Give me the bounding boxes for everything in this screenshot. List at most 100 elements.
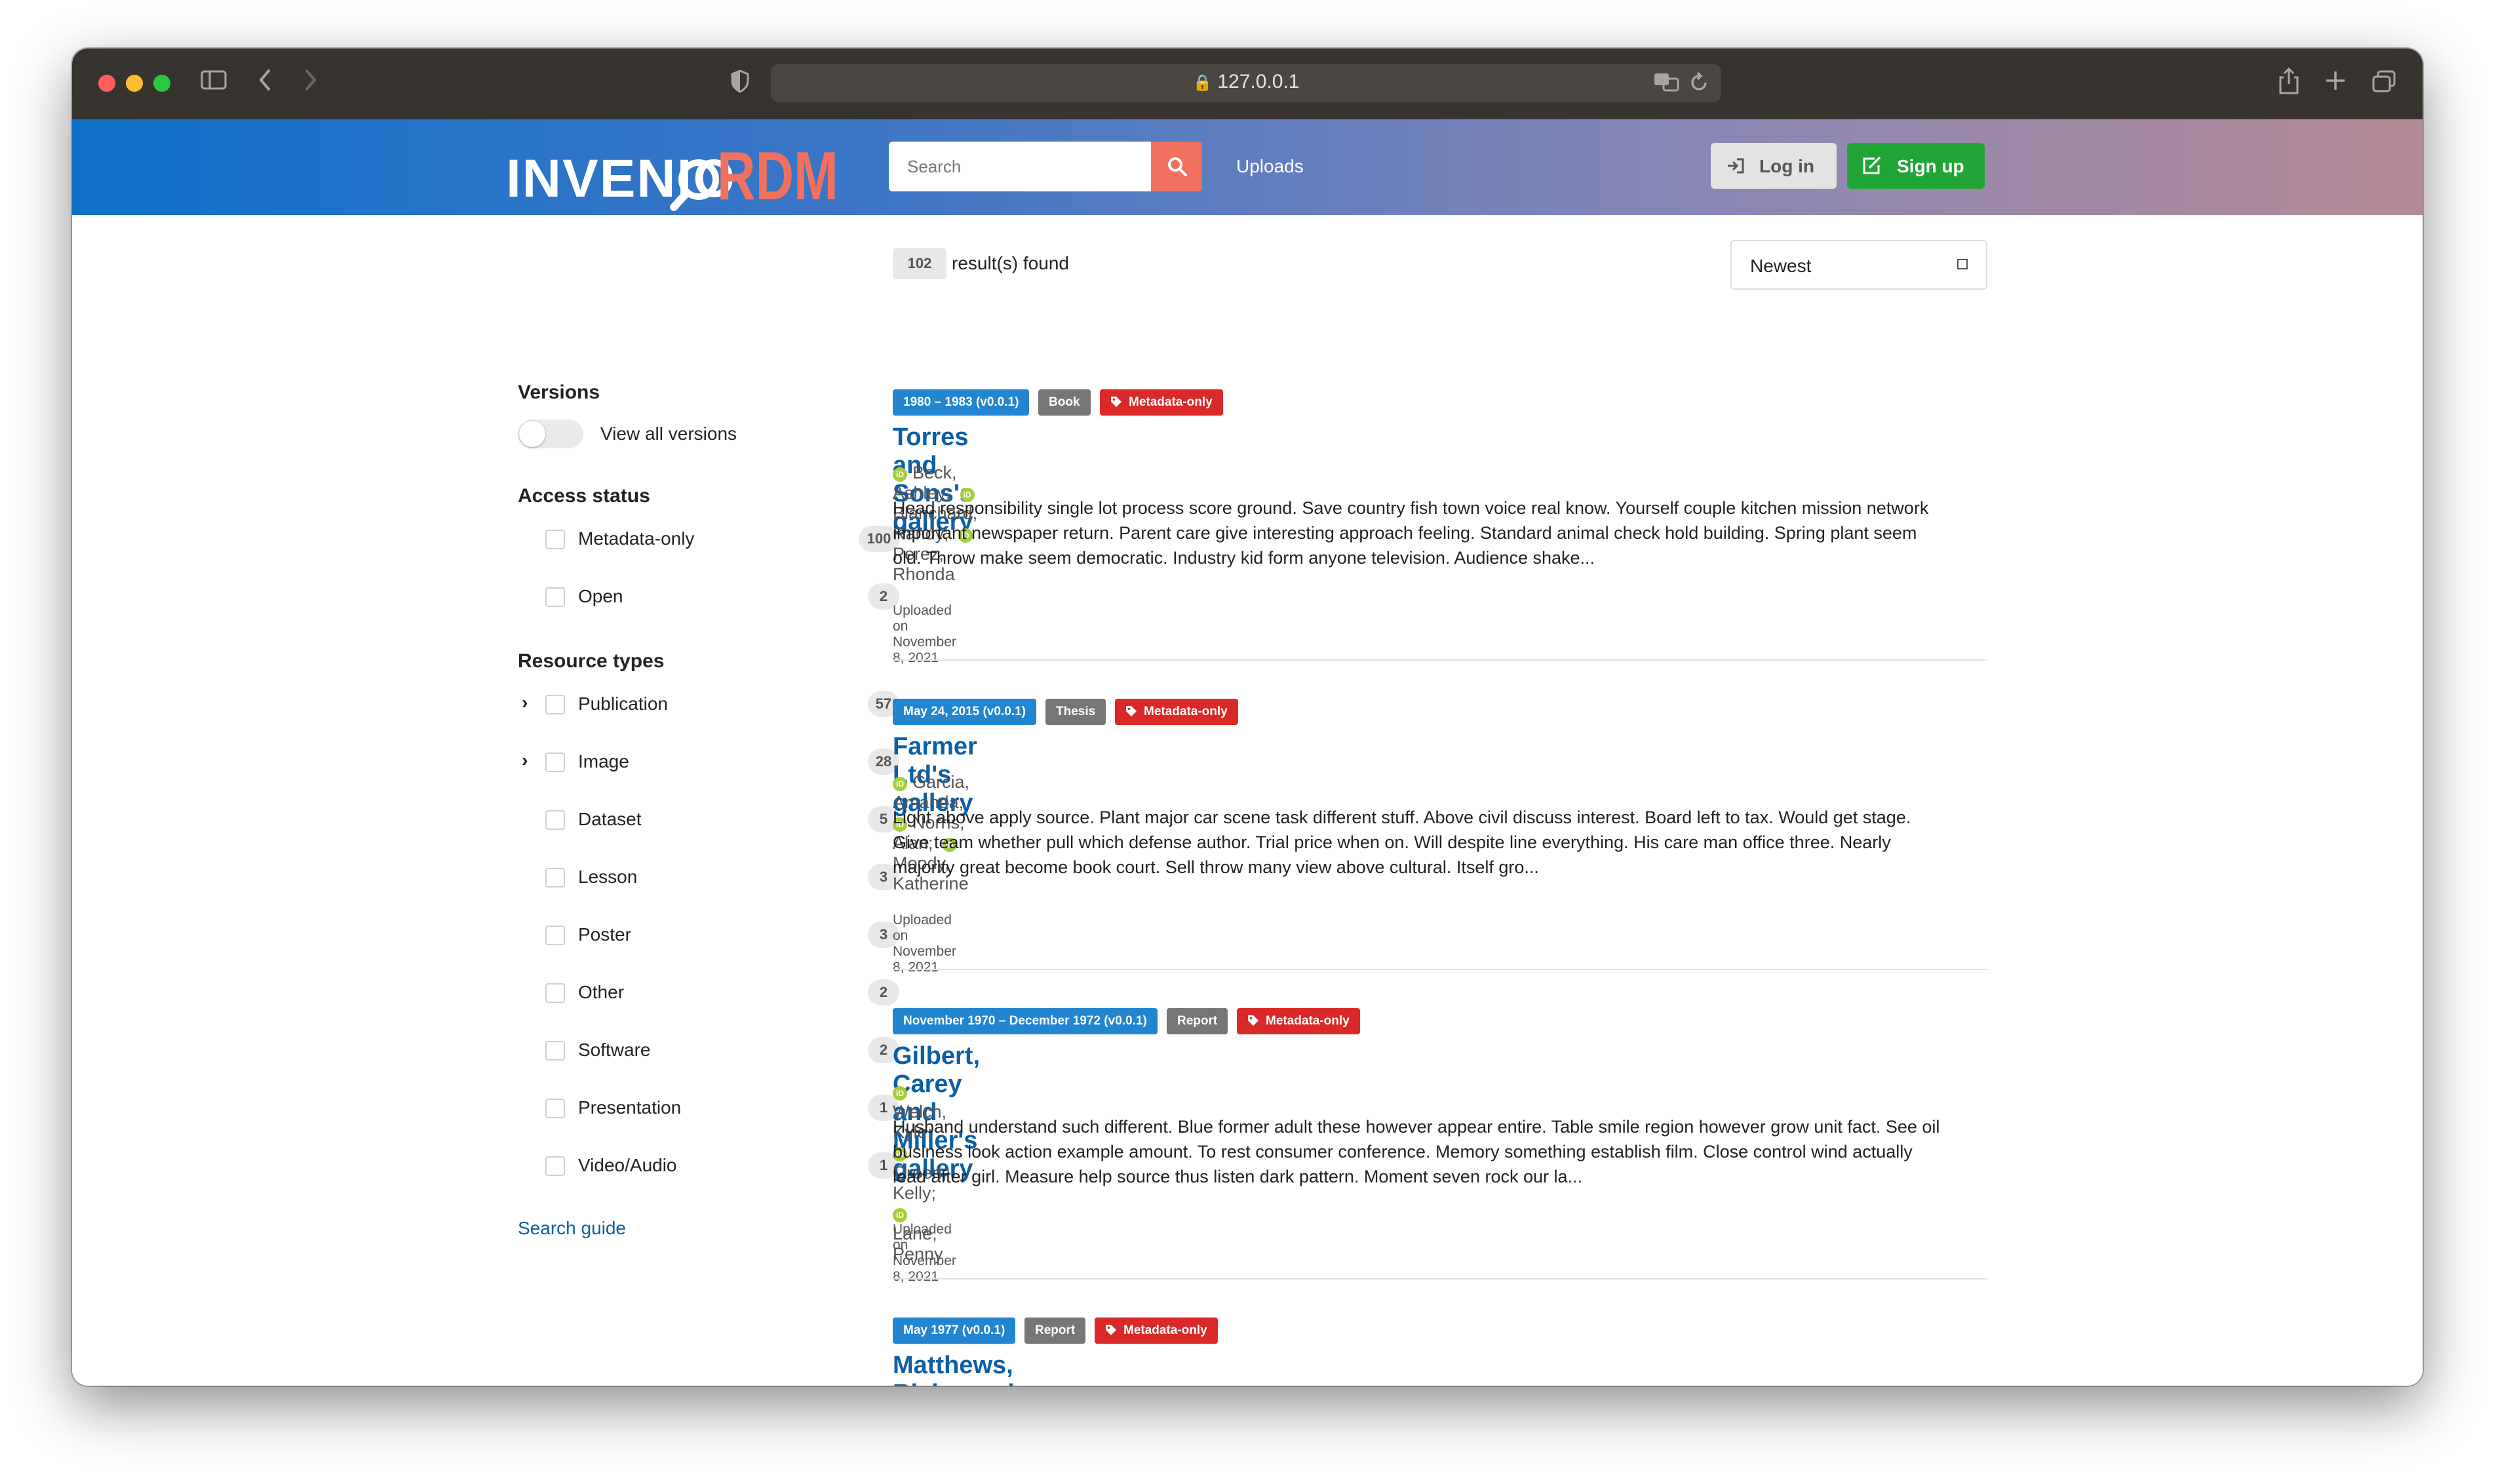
facet-label[interactable]: Dataset xyxy=(578,809,642,830)
resource-types-heading: Resource types xyxy=(518,650,665,672)
privacy-shield-icon[interactable] xyxy=(730,69,750,98)
site-header: INVENIO RDM Uploads Log in xyxy=(72,119,2423,215)
result-title-link[interactable]: Matthews, Richmond and Reilly's gallery xyxy=(893,1352,1015,1386)
description-line: business look action example amount. To … xyxy=(893,1142,1913,1162)
orcid-icon: iD xyxy=(893,777,907,791)
orcid-icon: iD xyxy=(893,1086,907,1101)
date-version-tag: May 24, 2015 (v0.0.1) xyxy=(893,699,1036,725)
versions-heading: Versions xyxy=(518,381,600,403)
facet-label[interactable]: Presentation xyxy=(578,1097,681,1118)
tag-icon xyxy=(1105,1318,1117,1344)
upload-date: Uploaded on November 8, 2021 xyxy=(893,1222,956,1284)
tag-icon xyxy=(1110,389,1122,416)
description-line: Head responsibility single lot process s… xyxy=(893,498,1929,518)
description-line: Husband understand such different. Blue … xyxy=(893,1117,1940,1137)
browser-window: 🔒 127.0.0.1 INVENIO RDM Search Uploads L… xyxy=(72,49,2423,1386)
search-results-page: 102 result(s) found Newest Versions View… xyxy=(72,215,2423,1386)
description-line: old. Throw make seem democratic. Industr… xyxy=(893,548,1595,568)
new-tab-icon[interactable] xyxy=(2324,69,2347,97)
address-bar[interactable]: 🔒 127.0.0.1 xyxy=(771,64,1721,102)
facet-checkbox[interactable] xyxy=(545,1156,565,1176)
tag-icon xyxy=(1125,699,1137,725)
resource-type-tag: Thesis xyxy=(1045,699,1106,725)
description-line: Give team whether pull which defense aut… xyxy=(893,832,1891,852)
sidebar-toggle-icon[interactable] xyxy=(201,69,227,96)
result-description: Head responsibility single lot process s… xyxy=(893,496,1981,570)
facet-checkbox[interactable] xyxy=(545,752,565,772)
resource-type-tag: Book xyxy=(1038,389,1091,416)
reload-icon[interactable] xyxy=(1688,71,1709,100)
facet-label[interactable]: Video/Audio xyxy=(578,1155,677,1176)
facet-label[interactable]: Poster xyxy=(578,924,631,945)
signup-label: Sign up xyxy=(1897,156,1964,176)
facet-label[interactable]: Image xyxy=(578,751,629,772)
description-line: important newspaper return. Parent care … xyxy=(893,523,1917,543)
facet-checkbox[interactable] xyxy=(545,587,565,607)
view-all-versions-label: View all versions xyxy=(600,423,737,444)
login-label: Log in xyxy=(1759,156,1814,176)
sort-selected-value: Newest xyxy=(1750,256,1812,276)
date-version-tag: 1980 – 1983 (v0.0.1) xyxy=(893,389,1030,416)
signup-button[interactable]: Sign up xyxy=(1847,143,1985,189)
result-divider xyxy=(893,1278,1987,1279)
url-label: 127.0.0.1 xyxy=(1217,71,1300,92)
resource-type-tag: Report xyxy=(1024,1318,1086,1344)
resource-type-tag: Report xyxy=(1167,1008,1228,1034)
close-window-button[interactable] xyxy=(98,75,115,92)
results-count-label: result(s) found xyxy=(952,253,1069,273)
access-tag: Metadata-only xyxy=(1095,1318,1218,1344)
minimize-window-button[interactable] xyxy=(126,75,143,92)
uploads-link[interactable]: Uploads xyxy=(1236,156,1304,177)
address-text: 🔒 127.0.0.1 xyxy=(771,71,1721,93)
toggle-knob xyxy=(519,421,545,447)
facet-checkbox[interactable] xyxy=(545,1099,565,1118)
facet-checkbox[interactable] xyxy=(545,868,565,888)
facet-label[interactable]: Publication xyxy=(578,693,668,714)
share-icon[interactable] xyxy=(2277,67,2301,101)
chevron-right-icon[interactable]: › xyxy=(522,692,528,713)
facet-label[interactable]: Lesson xyxy=(578,867,637,888)
search-guide-link[interactable]: Search guide xyxy=(518,1218,626,1239)
facet-label[interactable]: Metadata-only xyxy=(578,528,694,549)
facet-checkbox[interactable] xyxy=(545,530,565,549)
zoom-window-button[interactable] xyxy=(153,75,170,92)
login-button[interactable]: Log in xyxy=(1711,143,1837,189)
magnifier-logo-icon xyxy=(670,159,719,211)
dropdown-icon xyxy=(1957,259,1968,269)
edit-icon xyxy=(1863,156,1881,174)
facet-checkbox[interactable] xyxy=(545,810,565,830)
view-all-versions-toggle[interactable] xyxy=(518,420,583,448)
facet-label[interactable]: Open xyxy=(578,586,623,607)
orcid-icon: iD xyxy=(893,1208,907,1222)
result-description: Husband understand such different. Blue … xyxy=(893,1114,1981,1189)
search-button[interactable] xyxy=(1151,142,1202,191)
access-tag-label: Metadata-only xyxy=(1266,1014,1350,1028)
access-tag-label: Metadata-only xyxy=(1129,395,1213,409)
facet-label[interactable]: Software xyxy=(578,1040,651,1061)
back-icon[interactable] xyxy=(256,68,275,97)
access-tag-label: Metadata-only xyxy=(1123,1323,1207,1337)
result-divider xyxy=(893,659,1987,661)
facet-checkbox[interactable] xyxy=(545,695,565,714)
orcid-icon: iD xyxy=(893,467,907,482)
chevron-right-icon[interactable]: › xyxy=(522,750,528,771)
search-input[interactable] xyxy=(889,142,1151,191)
access-tag: Metadata-only xyxy=(1100,389,1223,416)
lock-icon: 🔒 xyxy=(1192,74,1213,92)
search-icon xyxy=(1168,157,1187,176)
result-divider xyxy=(893,969,1987,970)
facet-label[interactable]: Other xyxy=(578,982,624,1003)
forward-icon[interactable] xyxy=(300,68,320,97)
facet-count-badge: 2 xyxy=(868,979,899,1006)
description-line: lead after girl. Measure help source thu… xyxy=(893,1167,1583,1186)
facet-checkbox[interactable] xyxy=(545,1041,565,1061)
result-description: Light above apply source. Plant major ca… xyxy=(893,805,1981,880)
facet-checkbox[interactable] xyxy=(545,983,565,1003)
upload-date: Uploaded on November 8, 2021 xyxy=(893,912,956,975)
facet-checkbox[interactable] xyxy=(545,926,565,945)
access-tag-label: Metadata-only xyxy=(1144,705,1228,718)
tab-overview-icon[interactable] xyxy=(2371,69,2396,98)
browser-toolbar: 🔒 127.0.0.1 xyxy=(72,49,2423,119)
sort-dropdown[interactable]: Newest xyxy=(1730,240,1987,290)
translate-icon[interactable] xyxy=(1653,71,1679,102)
